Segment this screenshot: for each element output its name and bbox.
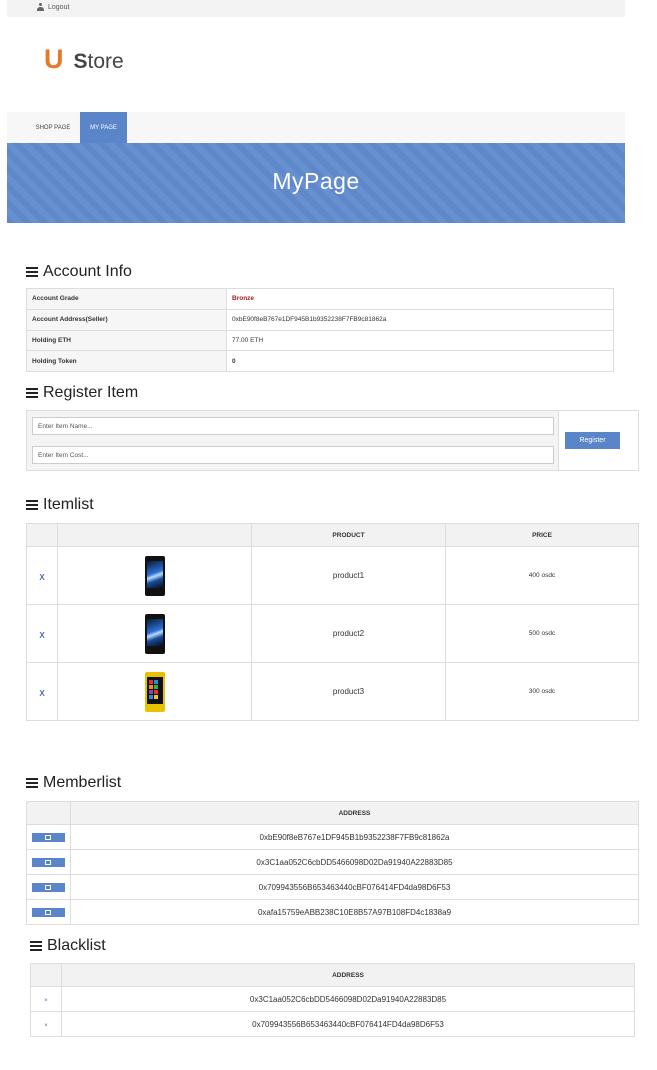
member-address: 0x3C1aa052C6cbDD5466098D02Da91940A22883D…: [70, 849, 639, 875]
remove-blacklist-button[interactable]: ×: [44, 1023, 48, 1029]
save-member-button[interactable]: [32, 832, 65, 842]
page-banner: MyPage: [7, 143, 625, 223]
product-price: 300 osdc: [445, 662, 639, 721]
remove-blacklist-button[interactable]: ×: [44, 998, 48, 1004]
table-row: 0x3C1aa052C6cbDD5466098D02Da91940A22883D…: [26, 849, 639, 875]
blacklist-heading: Blacklist: [30, 937, 106, 955]
account-address-value: 0xbE90f8eB767e1DF945B1b9352238F7FB9c8186…: [226, 308, 614, 331]
black-list-table: ADDRESS × 0x3C1aa052C6cbDD5466098D02Da91…: [30, 963, 635, 1037]
itemlist-heading: Itemlist: [26, 496, 94, 514]
table-row: Holding ETH 77.00 ETH: [26, 329, 614, 352]
page-title: MyPage: [272, 168, 360, 194]
holding-token-value: 0: [226, 350, 614, 372]
address-column-header: ADDRESS: [61, 963, 635, 987]
table-header-row: ADDRESS: [30, 963, 635, 987]
blacklist-address: 0x3C1aa052C6cbDD5466098D02Da91940A22883D…: [61, 986, 635, 1012]
menu-icon: [30, 941, 42, 951]
menu-icon: [26, 500, 38, 510]
logout-label: Logout: [48, 3, 70, 11]
account-address-label: Account Address(Seller): [26, 308, 227, 331]
table-row: 0x709943556B653463440cBF076414FD4da98D6F…: [26, 874, 639, 900]
product-name: product3: [251, 662, 446, 721]
item-list-table: PRODUCT PRICE X product1 400 osdc X prod…: [26, 523, 639, 721]
store-logo[interactable]: U Store: [44, 46, 124, 73]
remove-item-button[interactable]: X: [39, 689, 44, 698]
register-inputs-panel: [27, 411, 559, 470]
item-name-input[interactable]: [32, 417, 554, 435]
account-info-heading: Account Info: [26, 263, 132, 281]
item-cost-input[interactable]: [32, 446, 554, 464]
holding-token-label: Holding Token: [26, 350, 227, 372]
table-header-row: ADDRESS: [26, 801, 639, 825]
save-member-button[interactable]: [32, 907, 65, 917]
account-info-table: Account Grade Bronze Account Address(Sel…: [26, 288, 614, 372]
action-column-header: [26, 801, 71, 825]
nav-my-page[interactable]: MY PAGE: [80, 112, 127, 144]
lumia-phone-image: [144, 671, 165, 712]
table-row: 0xbE90f8eB767e1DF945B1b9352238F7FB9c8186…: [26, 824, 639, 850]
table-header-row: PRODUCT PRICE: [26, 523, 639, 547]
logout-link[interactable]: Logout: [37, 3, 69, 11]
menu-icon: [26, 388, 38, 398]
menu-icon: [26, 267, 38, 277]
account-grade-value: Bronze: [226, 288, 614, 310]
member-address: 0xafa15759eABB238C10E8B57A97B108FD4c1838…: [70, 899, 639, 925]
remove-column-header: [26, 523, 58, 547]
table-row: X product3 300 osdc: [26, 662, 639, 721]
remove-item-button[interactable]: X: [39, 631, 44, 640]
menu-icon: [26, 778, 38, 788]
xperia-phone-image: [144, 613, 165, 654]
logo-letter: U: [44, 44, 64, 74]
table-row: X product2 500 osdc: [26, 604, 639, 663]
blacklist-address: 0x709943556B653463440cBF076414FD4da98D6F…: [61, 1011, 635, 1037]
save-member-button[interactable]: [32, 857, 65, 867]
table-row: Account Grade Bronze: [26, 288, 614, 310]
account-grade-label: Account Grade: [26, 288, 227, 310]
action-column-header: [30, 963, 62, 987]
product-price: 500 osdc: [445, 604, 639, 663]
table-row: Holding Token 0: [26, 350, 614, 372]
save-member-button[interactable]: [32, 882, 65, 892]
product-name: product1: [251, 546, 446, 605]
register-item-heading: Register Item: [26, 384, 138, 402]
address-column-header: ADDRESS: [70, 801, 639, 825]
memberlist-heading: Memberlist: [26, 774, 121, 792]
image-column-header: [57, 523, 252, 547]
remove-item-button[interactable]: X: [39, 573, 44, 582]
product-column-header: PRODUCT: [251, 523, 446, 547]
nav-shop-page[interactable]: SHOP PAGE: [31, 112, 75, 144]
table-row: X product1 400 osdc: [26, 546, 639, 605]
register-button[interactable]: Register: [565, 432, 620, 449]
member-list-table: ADDRESS 0xbE90f8eB767e1DF945B1b9352238F7…: [26, 801, 639, 925]
table-row: × 0x709943556B653463440cBF076414FD4da98D…: [30, 1011, 635, 1037]
main-nav: SHOP PAGE MY PAGE: [7, 112, 625, 144]
holding-eth-value: 77.00 ETH: [226, 329, 614, 352]
price-column-header: PRICE: [445, 523, 639, 547]
register-item-form: Register: [26, 410, 639, 471]
logo-text: Store: [73, 50, 124, 73]
product-price: 400 osdc: [445, 546, 639, 605]
user-icon: [37, 3, 44, 11]
xperia-phone-image: [144, 555, 165, 596]
product-name: product2: [251, 604, 446, 663]
member-address: 0x709943556B653463440cBF076414FD4da98D6F…: [70, 874, 639, 900]
holding-eth-label: Holding ETH: [26, 329, 227, 352]
table-row: Account Address(Seller) 0xbE90f8eB767e1D…: [26, 308, 614, 331]
table-row: 0xafa15759eABB238C10E8B57A97B108FD4c1838…: [26, 899, 639, 925]
top-bar: Logout: [7, 0, 625, 17]
table-row: × 0x3C1aa052C6cbDD5466098D02Da91940A2288…: [30, 986, 635, 1012]
member-address: 0xbE90f8eB767e1DF945B1b9352238F7FB9c8186…: [70, 824, 639, 850]
